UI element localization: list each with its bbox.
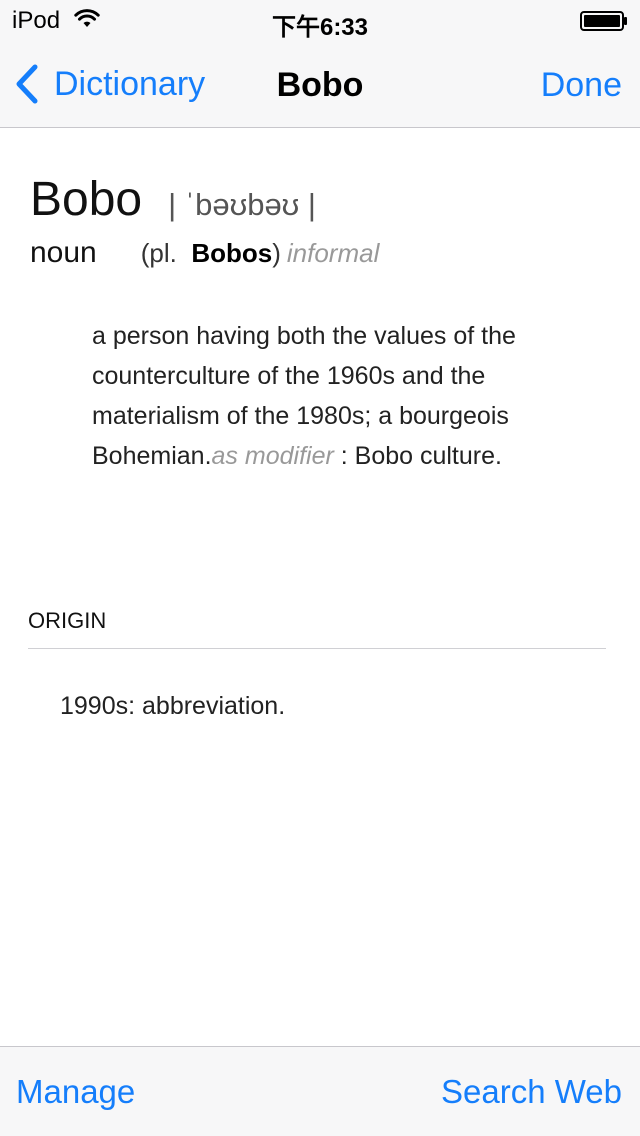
origin-divider: [28, 648, 606, 649]
bottom-toolbar: Manage Search Web: [0, 1046, 640, 1136]
navigation-bar: Dictionary Bobo Done: [0, 40, 640, 128]
pronunciation: | ˈbəʊbəʊ |: [168, 187, 316, 222]
search-web-button[interactable]: Search Web: [441, 1073, 622, 1111]
status-bar: iPod 下午6:33: [0, 0, 640, 41]
origin-text: 1990s: abbreviation.: [60, 692, 286, 720]
dictionary-screen: iPod 下午6:33 Dictionary Bobo Done Bobo | ˈ…: [0, 0, 640, 1136]
done-button[interactable]: Done: [541, 66, 622, 105]
origin-heading: ORIGIN: [28, 608, 107, 633]
example-text: : Bobo culture.: [340, 442, 502, 470]
plural-suffix: ): [272, 238, 281, 268]
status-time: 下午6:33: [271, 14, 369, 41]
manage-button[interactable]: Manage: [16, 1073, 135, 1111]
plural-prefix: (pl.: [140, 238, 177, 268]
part-of-speech: noun: [30, 236, 97, 269]
definition: a person having both the values of the c…: [92, 316, 592, 476]
modifier-label: as modifier: [211, 442, 334, 470]
battery-icon: [580, 11, 627, 31]
headword-row: Bobo | ˈbəʊbəʊ |: [30, 172, 316, 232]
plural-note: (pl. Bobos): [141, 238, 281, 268]
register-label: informal: [286, 238, 380, 268]
grammar-row: noun (pl. Bobos) informal: [30, 236, 379, 270]
headword: Bobo: [30, 173, 143, 226]
plural-form: Bobos: [191, 238, 273, 268]
